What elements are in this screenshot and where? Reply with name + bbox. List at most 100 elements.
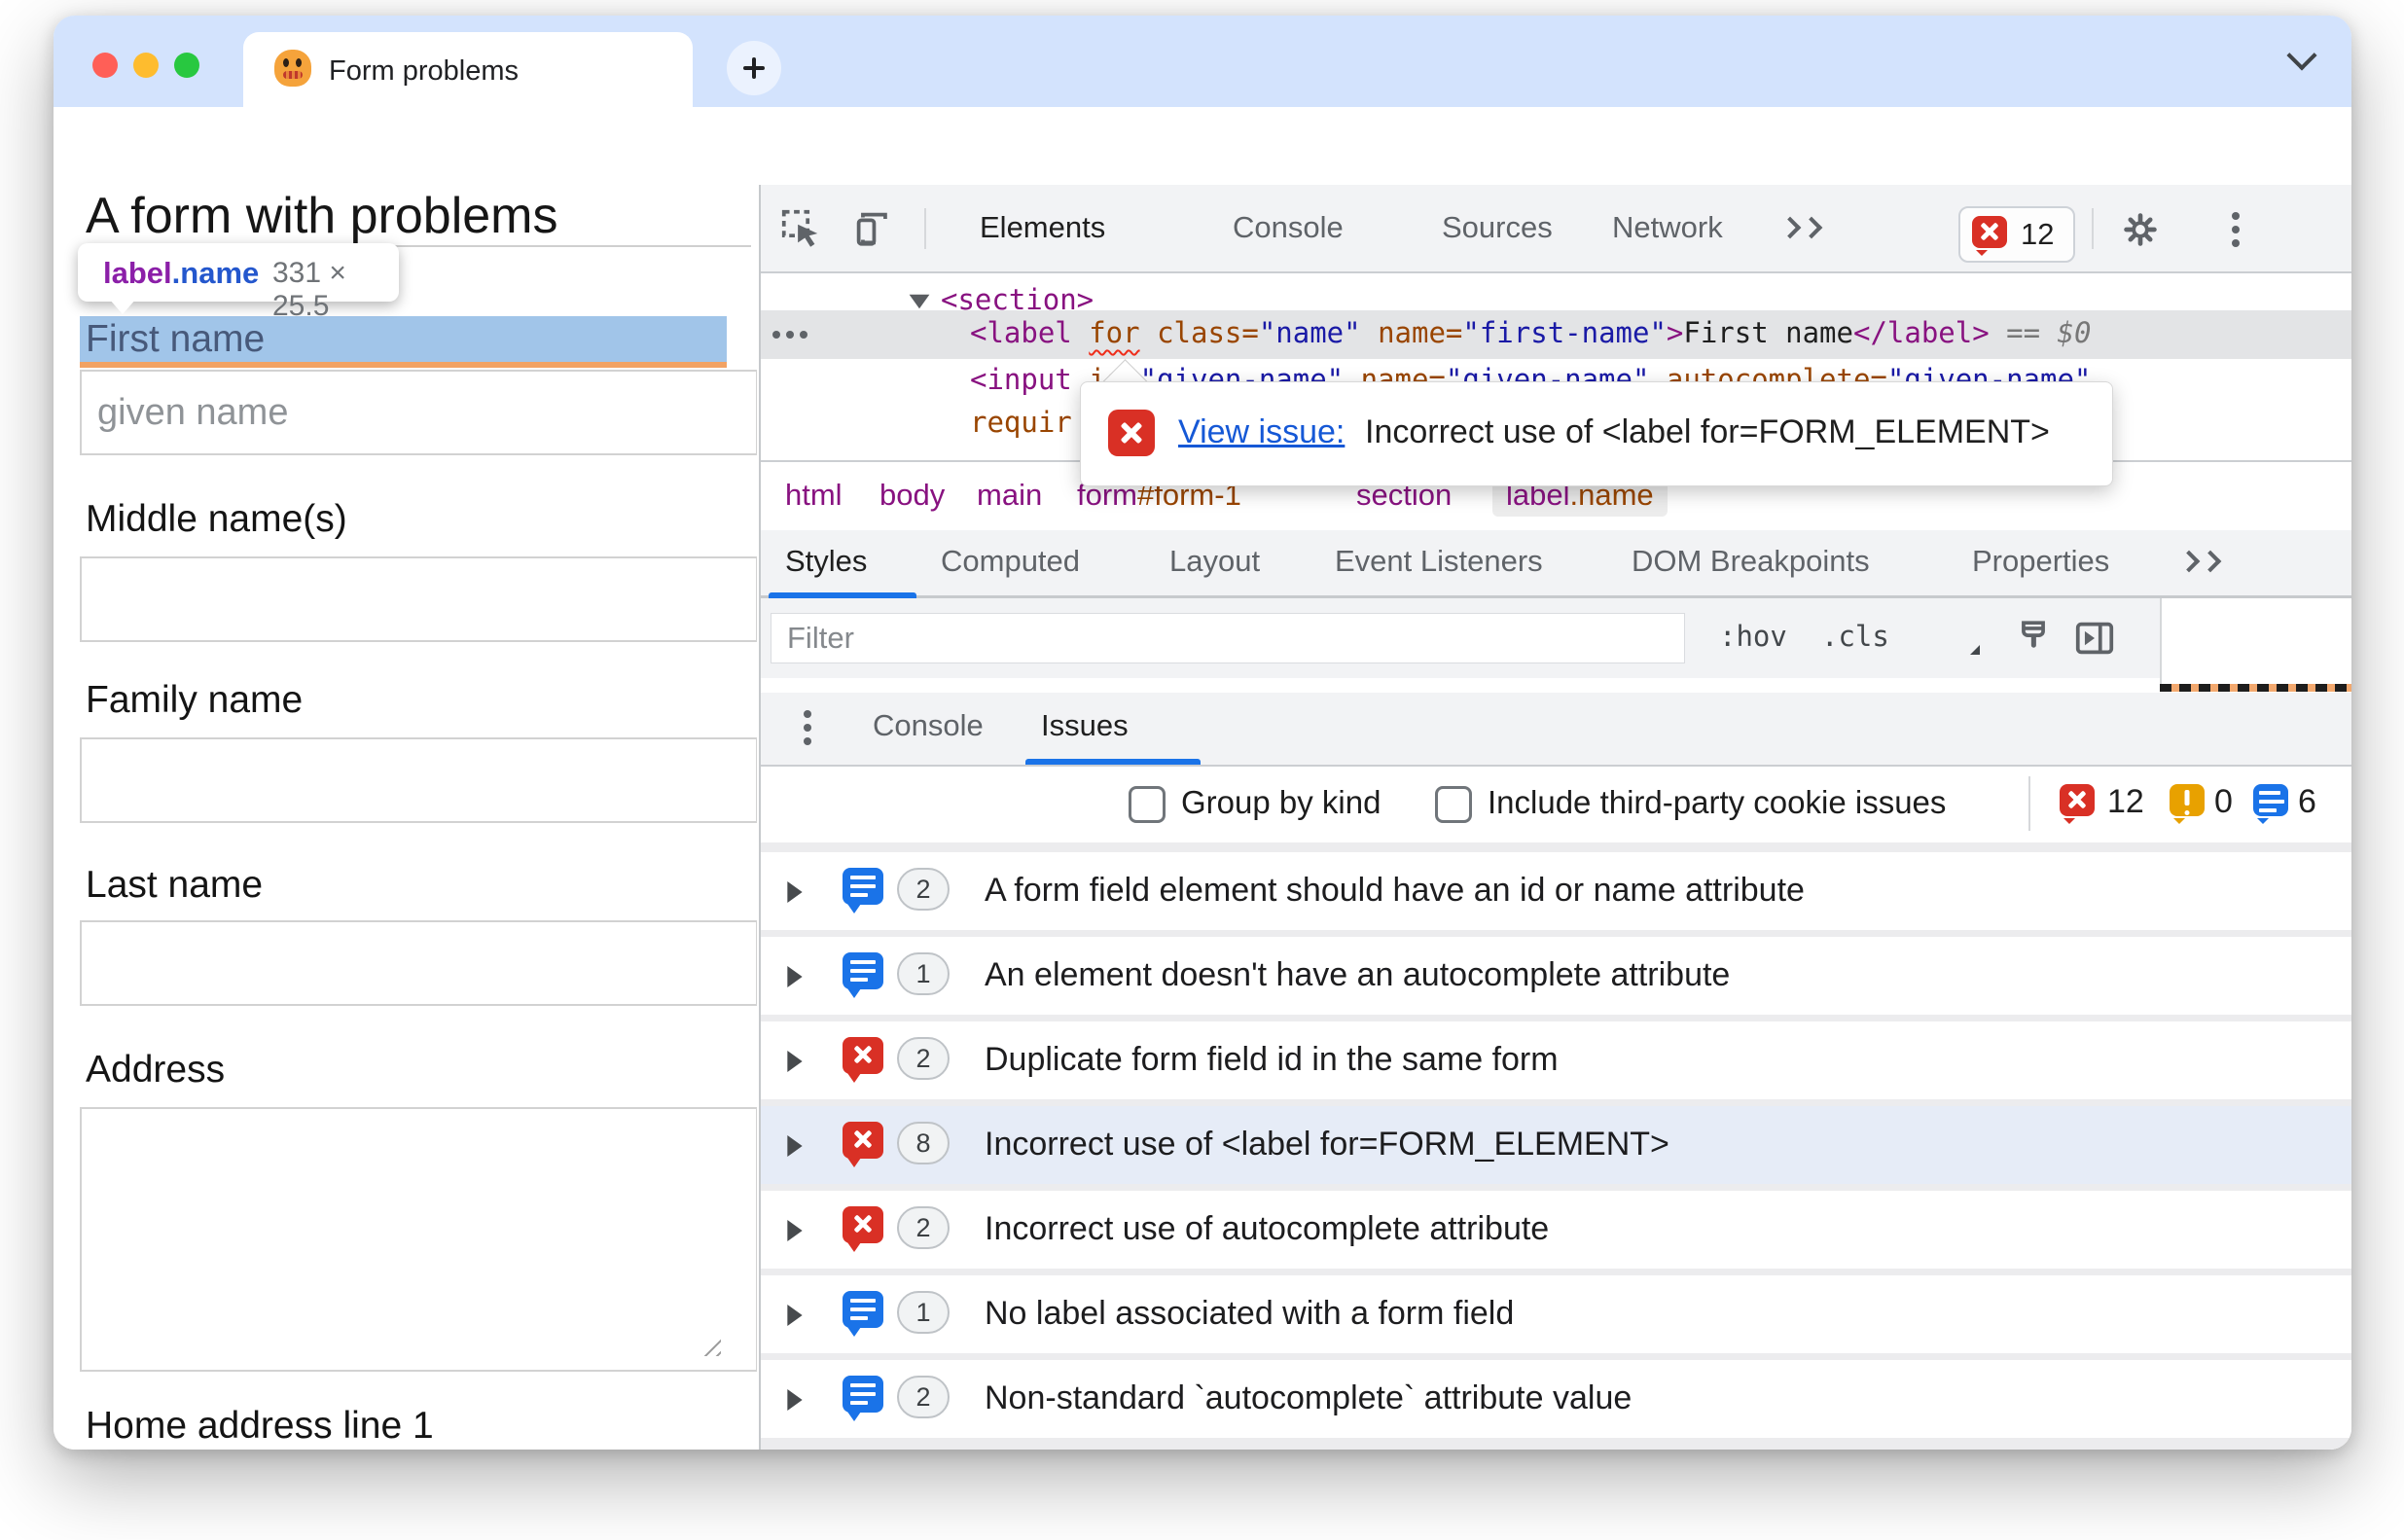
address-textarea[interactable] <box>80 1107 757 1372</box>
textarea-resize-handle[interactable] <box>698 1333 721 1356</box>
drawer-close-icon[interactable] <box>2325 710 2351 747</box>
more-tabs-chevrons-icon[interactable] <box>2177 550 2222 574</box>
tab-layout[interactable]: Layout <box>1169 544 1260 579</box>
issue-row-selected[interactable]: 8 Incorrect use of <label for=FORM_ELEME… <box>761 1106 2351 1184</box>
browser-toolbar: form-problems.glitch.me <box>54 107 2351 276</box>
inspect-element-icon[interactable] <box>778 206 823 251</box>
crumb-main[interactable]: main <box>977 478 1042 513</box>
group-by-kind-label[interactable]: Group by kind <box>1181 784 1381 821</box>
inspected-label-highlight: First name <box>80 316 727 362</box>
expand-arrow-icon[interactable] <box>787 1388 803 1412</box>
group-by-kind-checkbox[interactable] <box>1129 786 1166 823</box>
styles-filter-input[interactable] <box>771 613 1685 663</box>
tab-strip: Form problems <box>54 16 2351 107</box>
window-content: A form with problems First name Middle n… <box>54 185 2351 1450</box>
third-party-label[interactable]: Include third-party cookie issues <box>1488 784 1946 821</box>
collapse-arrow-icon[interactable] <box>909 294 930 309</box>
message-bubble-icon <box>2253 784 2288 824</box>
hover-state-toggle[interactable]: :hov <box>1719 620 1787 653</box>
family-name-input[interactable] <box>80 737 757 823</box>
message-count: 6 <box>2298 783 2316 820</box>
view-issue-link[interactable]: View issue: <box>1178 413 1345 451</box>
drawer-menu-kebab-icon[interactable] <box>804 710 811 718</box>
expand-arrow-icon[interactable] <box>787 1050 803 1073</box>
browser-tab[interactable]: Form problems <box>243 32 693 107</box>
error-bubble-icon <box>1108 410 1155 456</box>
rendering-paint-icon[interactable] <box>2011 616 2056 661</box>
traffic-zoom-button[interactable] <box>174 53 199 78</box>
issue-row[interactable]: 2 Non-standard `autocomplete` attribute … <box>761 1360 2351 1438</box>
issue-title: Incorrect use of <label for=FORM_ELEMENT… <box>985 1126 1669 1163</box>
error-bubble-icon <box>843 1037 883 1083</box>
error-count: 12 <box>2107 783 2144 820</box>
field-label: Last name <box>86 864 264 906</box>
drawer-resize-indicator[interactable] <box>2160 684 2351 692</box>
crumb-html[interactable]: html <box>785 478 843 513</box>
expand-arrow-icon[interactable] <box>787 965 803 988</box>
styles-filter-bar: :hov .cls <box>761 598 2351 678</box>
expand-arrow-icon[interactable] <box>787 880 803 904</box>
traffic-close-button[interactable] <box>92 53 118 78</box>
issue-row[interactable]: 2 A form field element should have an id… <box>761 852 2351 930</box>
crumb-body[interactable]: body <box>879 478 945 513</box>
new-rule-dropdown-icon[interactable] <box>1970 645 1980 655</box>
class-toggle[interactable]: .cls <box>1821 620 1889 653</box>
dom-code: <label for class="name" name="first-name… <box>970 316 2092 349</box>
error-bubble-icon <box>843 1206 883 1252</box>
active-tab-indicator <box>1025 759 1201 765</box>
issue-row[interactable]: 2 Duplicate form field id in the same fo… <box>761 1021 2351 1099</box>
issue-count-badge: 2 <box>897 1206 950 1249</box>
expand-arrow-icon[interactable] <box>787 1304 803 1327</box>
more-tabs-chevrons-icon[interactable] <box>1778 216 1823 240</box>
dom-code: requir <box>970 406 1072 439</box>
issues-count-button[interactable]: 12 <box>1958 206 2075 263</box>
tabbar-divider <box>924 208 926 249</box>
tooltip-selector: label.name <box>103 256 260 290</box>
tab-computed[interactable]: Computed <box>941 544 1080 579</box>
expand-arrow-icon[interactable] <box>787 1219 803 1242</box>
tab-styles[interactable]: Styles <box>785 544 867 579</box>
margin-highlight <box>80 362 727 368</box>
issue-row[interactable]: 2 Incorrect use of autocomplete attribut… <box>761 1191 2351 1269</box>
field-label: Address <box>86 1049 226 1091</box>
devtools-panel: Elements Console Sources Network 12 <sec… <box>759 185 2351 1450</box>
issue-row[interactable]: 1 No label associated with a form field <box>761 1275 2351 1353</box>
error-bubble-icon <box>2060 784 2095 824</box>
dom-row-menu-icon[interactable] <box>772 331 780 339</box>
message-bubble-icon <box>843 1376 883 1421</box>
last-name-input[interactable] <box>80 920 757 1006</box>
tab-dom-breakpoints[interactable]: DOM Breakpoints <box>1632 544 1870 579</box>
field-label: First name <box>86 318 266 360</box>
devtools-menu-kebab-icon[interactable] <box>2232 212 2240 220</box>
dom-line-label-selected[interactable]: <label for class="name" name="first-name… <box>761 310 2351 359</box>
new-tab-button[interactable] <box>727 41 781 95</box>
given-name-input[interactable] <box>80 370 757 455</box>
devtools-tab-sources[interactable]: Sources <box>1442 210 1553 245</box>
expand-arrow-icon[interactable] <box>787 1134 803 1158</box>
drawer-tab-issues[interactable]: Issues <box>1041 708 1129 743</box>
drawer-tab-console[interactable]: Console <box>873 708 984 743</box>
view-issue-tooltip: View issue: Incorrect use of <label for=… <box>1080 381 2113 486</box>
styles-tabbar: Styles Computed Layout Event Listeners D… <box>761 530 2351 598</box>
third-party-checkbox[interactable] <box>1435 786 1472 823</box>
issues-tab-close-icon[interactable] <box>1154 732 1177 755</box>
devtools-tab-elements[interactable]: Elements <box>980 210 1105 245</box>
devtools-tab-network[interactable]: Network <box>1612 210 1723 245</box>
computed-sidebar-toggle-icon[interactable] <box>2072 616 2117 661</box>
devtools-tab-console[interactable]: Console <box>1233 210 1344 245</box>
middle-name-input[interactable] <box>80 556 757 642</box>
devtools-close-icon[interactable] <box>2277 212 2310 245</box>
tab-search-chevron-icon[interactable] <box>2286 40 2317 71</box>
traffic-minimize-button[interactable] <box>133 53 159 78</box>
device-toolbar-icon[interactable] <box>850 206 895 251</box>
issue-title: No label associated with a form field <box>985 1295 1515 1332</box>
tab-event-listeners[interactable]: Event Listeners <box>1335 544 1543 579</box>
issue-count-badge: 2 <box>897 1037 950 1080</box>
settings-gear-icon[interactable] <box>2119 208 2162 251</box>
element-dimensions-tooltip: label.name 331 × 25.5 <box>78 243 399 322</box>
tab-properties[interactable]: Properties <box>1972 544 2109 579</box>
tab-close-icon[interactable] <box>650 57 675 83</box>
warning-count: 0 <box>2214 783 2233 820</box>
screenshot-root: Form problems A form with problems First… <box>0 0 2404 1540</box>
issue-row[interactable]: 1 An element doesn't have an autocomplet… <box>761 937 2351 1015</box>
